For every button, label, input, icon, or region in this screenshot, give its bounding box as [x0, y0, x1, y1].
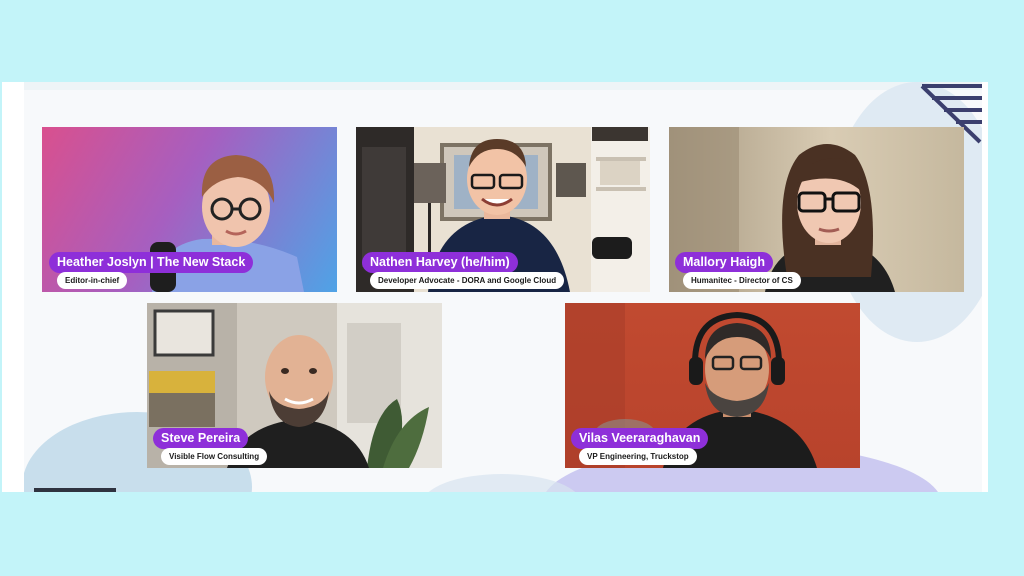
participant-title-label: VP Engineering, Truckstop — [579, 448, 697, 465]
participant-tile-nathen[interactable]: Nathen Harvey (he/him) Developer Advocat… — [356, 127, 650, 292]
participant-tile-vilas[interactable]: Vilas Veeraraghavan VP Engineering, Truc… — [565, 303, 860, 468]
participant-name-label: Vilas Veeraraghavan — [571, 428, 709, 449]
participant-tile-steve[interactable]: Steve Pereira Visible Flow Consulting — [147, 303, 442, 468]
stage-top-strip — [2, 82, 988, 90]
participant-title-label: Editor-in-chief — [57, 272, 128, 289]
bottom-tab-indicator — [34, 488, 116, 492]
background-blob — [422, 474, 582, 492]
participant-title-label: Visible Flow Consulting — [161, 448, 268, 465]
stage-right-edge — [982, 82, 988, 492]
participant-name-label: Nathen Harvey (he/him) — [362, 252, 518, 273]
participant-name-label: Mallory Haigh — [675, 252, 773, 273]
participant-tile-heather[interactable]: Heather Joslyn | The New Stack Editor-in… — [42, 127, 337, 292]
participant-name-label: Steve Pereira — [153, 428, 249, 449]
stage-left-edge — [2, 82, 24, 492]
participant-title-label: Humanitec - Director of CS — [683, 272, 801, 289]
participant-title-label: Developer Advocate - DORA and Google Clo… — [370, 272, 565, 289]
participant-name-label: Heather Joslyn | The New Stack — [49, 252, 254, 273]
participant-tile-mallory[interactable]: Mallory Haigh Humanitec - Director of CS — [669, 127, 964, 292]
